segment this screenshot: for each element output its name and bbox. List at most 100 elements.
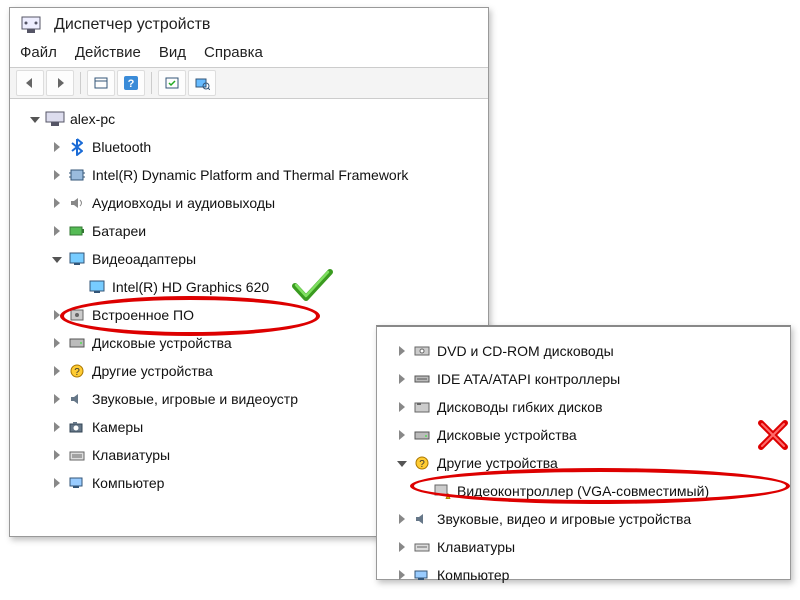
expand-toggle[interactable] xyxy=(50,168,64,182)
tree-item-platform[interactable]: Intel(R) Dynamic Platform and Thermal Fr… xyxy=(14,161,484,189)
menu-action[interactable]: Действие xyxy=(75,44,141,61)
node-label: Bluetooth xyxy=(92,139,151,155)
tree-item-floppy[interactable]: Дисководы гибких дисков xyxy=(381,393,786,421)
expand-toggle[interactable] xyxy=(50,476,64,490)
expand-toggle[interactable] xyxy=(50,252,64,266)
tree-item-sound-2[interactable]: Звуковые, видео и игровые устройства xyxy=(381,505,786,533)
node-label: Другие устройства xyxy=(437,455,558,471)
node-label: Звуковые, игровые и видеоустр xyxy=(92,391,298,407)
update-driver-button[interactable] xyxy=(188,70,216,96)
node-label: Клавиатуры xyxy=(92,447,170,463)
help-button[interactable]: ? xyxy=(117,70,145,96)
camera-icon xyxy=(66,417,88,437)
tree-root[interactable]: alex-pc xyxy=(14,105,484,133)
keyboard-icon xyxy=(411,537,433,557)
expand-toggle[interactable] xyxy=(395,372,409,386)
tree-item-bluetooth[interactable]: Bluetooth xyxy=(14,133,484,161)
device-manager-secondary: DVD и CD-ROM дисководы IDE ATA/ATAPI кон… xyxy=(376,325,791,580)
node-label: Компьютер xyxy=(437,567,509,583)
node-label: Аудиовходы и аудиовыходы xyxy=(92,195,275,211)
unknown-icon: ? xyxy=(411,453,433,473)
tree-item-disks-2[interactable]: Дисковые устройства xyxy=(381,421,786,449)
window-title: Диспетчер устройств xyxy=(54,16,210,34)
expand-toggle[interactable] xyxy=(50,364,64,378)
bluetooth-icon xyxy=(66,137,88,157)
toolbar-separator xyxy=(151,72,152,94)
menu-help[interactable]: Справка xyxy=(204,44,263,61)
node-label: Другие устройства xyxy=(92,363,213,379)
expand-toggle[interactable] xyxy=(395,344,409,358)
node-label: Дисководы гибких дисков xyxy=(437,399,603,415)
tree-item-display-adapters[interactable]: Видеоадаптеры xyxy=(14,245,484,273)
expand-toggle[interactable] xyxy=(50,420,64,434)
toolbar: ? xyxy=(10,67,488,99)
menubar: Файл Действие Вид Справка xyxy=(10,42,488,67)
tree-item-hd-graphics[interactable]: Intel(R) HD Graphics 620 xyxy=(14,273,484,301)
keyboard-icon xyxy=(66,445,88,465)
node-label: IDE ATA/ATAPI контроллеры xyxy=(437,371,620,387)
display-icon xyxy=(66,249,88,269)
expand-toggle[interactable] xyxy=(395,400,409,414)
expand-toggle[interactable] xyxy=(50,308,64,322)
expand-toggle[interactable] xyxy=(395,568,409,582)
node-label: Дисковые устройства xyxy=(437,427,577,443)
expand-toggle[interactable] xyxy=(395,456,409,470)
root-label: alex-pc xyxy=(70,111,115,127)
disk-icon xyxy=(66,333,88,353)
floppy-icon xyxy=(411,397,433,417)
expand-toggle[interactable] xyxy=(395,512,409,526)
unknown-icon: ? xyxy=(66,361,88,381)
display-icon xyxy=(86,277,108,297)
node-label: Видеоадаптеры xyxy=(92,251,196,267)
expand-toggle[interactable] xyxy=(50,392,64,406)
expand-toggle[interactable] xyxy=(50,336,64,350)
titlebar: Диспетчер устройств xyxy=(10,8,488,42)
tree-item-optical[interactable]: DVD и CD-ROM дисководы xyxy=(381,337,786,365)
node-label: Звуковые, видео и игровые устройства xyxy=(437,511,691,527)
expand-toggle[interactable] xyxy=(395,428,409,442)
node-label: Встроенное ПО xyxy=(92,307,194,323)
scan-hardware-button[interactable] xyxy=(158,70,186,96)
sound-icon xyxy=(411,509,433,529)
optical-icon xyxy=(411,341,433,361)
expand-toggle[interactable] xyxy=(28,112,42,126)
menu-view[interactable]: Вид xyxy=(159,44,186,61)
expand-toggle[interactable] xyxy=(50,196,64,210)
node-label: Компьютер xyxy=(92,475,164,491)
node-label: Батареи xyxy=(92,223,146,239)
tree-item-ide[interactable]: IDE ATA/ATAPI контроллеры xyxy=(381,365,786,393)
node-label: Дисковые устройства xyxy=(92,335,232,351)
svg-text:?: ? xyxy=(74,367,80,378)
computer-icon xyxy=(411,565,433,585)
node-label: Клавиатуры xyxy=(437,539,515,555)
tree-item-keyboards-2[interactable]: Клавиатуры xyxy=(381,533,786,561)
computer-icon xyxy=(44,109,66,129)
properties-button[interactable] xyxy=(87,70,115,96)
computer-icon xyxy=(66,473,88,493)
expand-toggle[interactable] xyxy=(50,140,64,154)
device-tree-secondary: DVD и CD-ROM дисководы IDE ATA/ATAPI кон… xyxy=(377,327,790,595)
expand-toggle[interactable] xyxy=(395,540,409,554)
expand-toggle[interactable] xyxy=(50,448,64,462)
node-label: Intel(R) HD Graphics 620 xyxy=(112,279,269,295)
tree-item-computer-2[interactable]: Компьютер xyxy=(381,561,786,589)
node-label: Камеры xyxy=(92,419,143,435)
firmware-icon xyxy=(66,305,88,325)
node-label: Intel(R) Dynamic Platform and Thermal Fr… xyxy=(92,167,408,183)
back-button[interactable] xyxy=(16,70,44,96)
tree-item-audio-io[interactable]: Аудиовходы и аудиовыходы xyxy=(14,189,484,217)
menu-file[interactable]: Файл xyxy=(20,44,57,61)
tree-item-other-devices-2[interactable]: ? Другие устройства xyxy=(381,449,786,477)
tree-item-batteries[interactable]: Батареи xyxy=(14,217,484,245)
sound-icon xyxy=(66,389,88,409)
warning-icon: ! xyxy=(431,481,453,501)
expand-toggle[interactable] xyxy=(50,224,64,238)
battery-icon xyxy=(66,221,88,241)
tree-item-vga-controller[interactable]: ! Видеоконтроллер (VGA-совместимый) xyxy=(381,477,786,505)
app-icon xyxy=(20,15,42,35)
svg-text:?: ? xyxy=(128,78,135,90)
disk-icon xyxy=(411,425,433,445)
node-label: DVD и CD-ROM дисководы xyxy=(437,343,614,359)
toolbar-separator xyxy=(80,72,81,94)
forward-button[interactable] xyxy=(46,70,74,96)
